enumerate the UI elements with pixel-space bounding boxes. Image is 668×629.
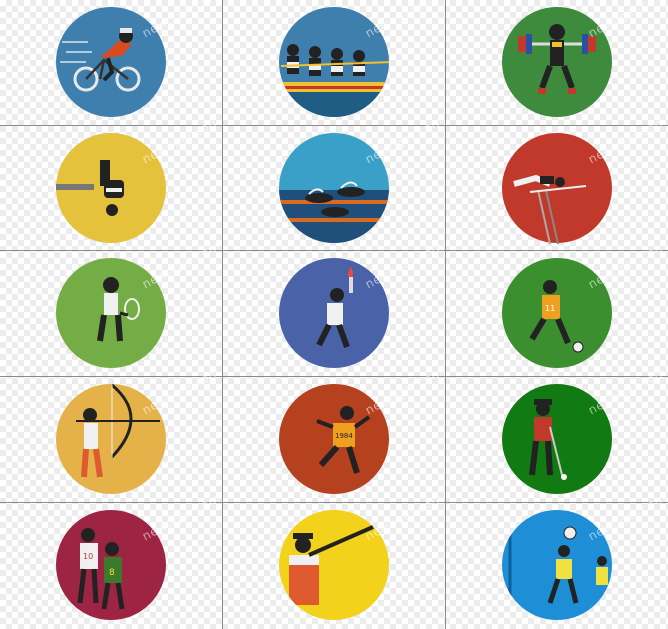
running-icon: 1984 newoger.com (223, 365, 445, 502)
tennis-icon: newoger.com (0, 239, 222, 376)
basketball-icon: 10 8 newoger.com (0, 491, 222, 628)
volleyball-icon: newoger.com (446, 491, 668, 628)
cycling-icon: newoger.com (0, 0, 222, 125)
football-icon: 11 newoger.com (446, 239, 668, 376)
rowing-icon: newoger.com (223, 0, 445, 125)
icon-grid: newoger.com newoger.com newoger.com newo… (0, 0, 668, 629)
shooting-icon: newoger.com (223, 491, 445, 628)
jersey-number-left: 10 (83, 552, 93, 561)
high-jump-icon: newoger.com (446, 114, 668, 251)
jersey-number: 11 (545, 304, 555, 313)
race-bib-number: 1984 (335, 432, 353, 440)
swimming-icon: newoger.com (223, 114, 445, 251)
golf-icon: newoger.com (446, 365, 668, 502)
torch-bearer-icon: newoger.com (223, 239, 445, 376)
weightlifting-icon: newoger.com (446, 0, 668, 125)
archery-icon: newoger.com (0, 365, 222, 502)
jersey-number-right: 8 (109, 568, 115, 578)
diving-icon: newoger.com (0, 114, 222, 251)
